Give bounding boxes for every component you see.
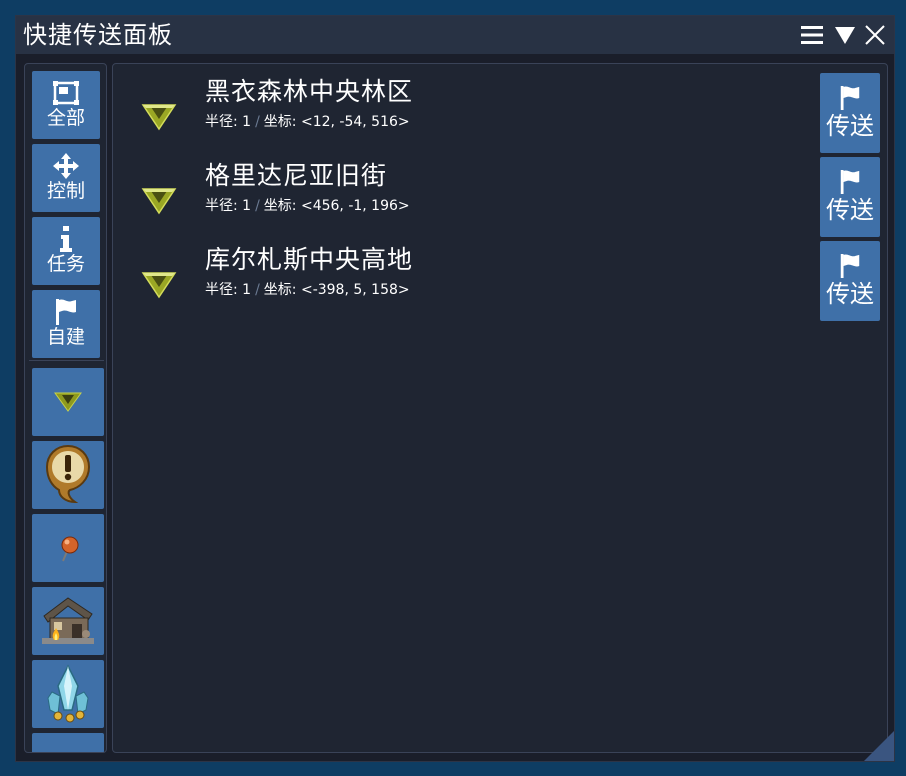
teleport-button[interactable]: 传送: [820, 157, 880, 237]
nav-custom-label: 自建: [46, 326, 85, 348]
teleport-button[interactable]: 传送: [820, 241, 880, 321]
waypoint-coords: 坐标: <456, -1, 196>: [263, 198, 410, 214]
info-icon: [60, 226, 72, 252]
waypoint-meta: 半径: 1/坐标: <12, -54, 516>: [205, 113, 410, 131]
select-all-icon: [53, 81, 79, 105]
waypoint-arrow-icon: [141, 104, 177, 131]
meta-separator: /: [255, 282, 260, 298]
flag-icon: [56, 299, 76, 325]
collapse-button[interactable]: [832, 22, 858, 48]
close-icon: [865, 25, 885, 45]
meta-separator: /: [255, 114, 260, 130]
category-house-button[interactable]: [32, 587, 104, 655]
waypoint-meta: 半径: 1/坐标: <-398, 5, 158>: [205, 281, 410, 299]
category-crystal-button[interactable]: [32, 660, 104, 728]
menu-button[interactable]: [799, 22, 825, 48]
waypoint-arrow-icon: [141, 188, 177, 215]
category-more-button[interactable]: [32, 733, 104, 752]
resize-grip-icon[interactable]: [864, 731, 894, 761]
meta-separator: /: [255, 198, 260, 214]
nav-all-label: 全部: [46, 107, 85, 129]
flag-icon: [840, 254, 860, 278]
waypoint-radius: 半径: 1: [205, 198, 252, 214]
teleport-label: 传送: [826, 112, 874, 140]
waypoint-coords: 坐标: <-398, 5, 158>: [263, 282, 410, 298]
map-pin-icon: [61, 536, 79, 562]
crystal-icon: [47, 664, 89, 723]
category-quest-button[interactable]: [32, 441, 104, 509]
waypoint-row: 库尔札斯中央高地 半径: 1/坐标: <-398, 5, 158>: [113, 241, 883, 325]
waypoint-arrow-icon: [54, 392, 82, 412]
nav-custom-button[interactable]: 自建: [32, 290, 100, 358]
window-title: 快捷传送面板: [23, 21, 173, 49]
waypoint-meta: 半径: 1/坐标: <456, -1, 196>: [205, 197, 410, 215]
quick-teleport-window: 快捷传送面板 全部 控制 任务 自建 黑衣森林中央林区 半径: 1 / 坐标: …: [15, 15, 895, 762]
flag-icon: [840, 86, 860, 110]
waypoint-row: 黑衣森林中央林区 半径: 1/坐标: <12, -54, 516>: [113, 73, 883, 157]
teleport-label: 传送: [826, 280, 874, 308]
category-pin-button[interactable]: [32, 514, 104, 582]
waypoint-name: 格里达尼亚旧街: [205, 161, 388, 190]
nav-control-button[interactable]: 控制: [32, 144, 100, 212]
nav-quest-label: 任务: [46, 253, 85, 275]
waypoint-list: 黑衣森林中央林区 半径: 1/坐标: <12, -54, 516> 传送 格里达…: [112, 63, 888, 753]
close-button[interactable]: [862, 22, 888, 48]
move-arrows-icon: [53, 153, 79, 179]
waypoint-radius: 半径: 1: [205, 114, 252, 130]
waypoint-coords: 坐标: <12, -54, 516>: [263, 114, 410, 130]
flag-icon: [840, 170, 860, 194]
waypoint-radius: 半径: 1: [205, 282, 252, 298]
waypoint-row: 格里达尼亚旧街 半径: 1/坐标: <456, -1, 196>: [113, 157, 883, 241]
waypoint-name: 库尔札斯中央高地: [205, 245, 414, 274]
triangle-down-icon: [835, 27, 855, 44]
nav-control-label: 控制: [46, 180, 85, 202]
nav-quest-button[interactable]: 任务: [32, 217, 100, 285]
title-bar[interactable]: 快捷传送面板: [16, 16, 894, 54]
waypoint-name: 黑衣森林中央林区: [205, 77, 414, 106]
sidebar: 全部 控制 任务 自建: [24, 63, 107, 753]
quest-exclamation-icon: [45, 444, 91, 504]
hamburger-icon: [801, 26, 823, 44]
category-waypoint-button[interactable]: [32, 368, 104, 436]
nav-all-button[interactable]: 全部: [32, 71, 100, 139]
house-icon: [42, 597, 94, 644]
waypoint-arrow-icon: [141, 272, 177, 299]
teleport-label: 传送: [826, 196, 874, 224]
sidebar-divider: [29, 360, 104, 361]
teleport-button[interactable]: 传送: [820, 73, 880, 153]
